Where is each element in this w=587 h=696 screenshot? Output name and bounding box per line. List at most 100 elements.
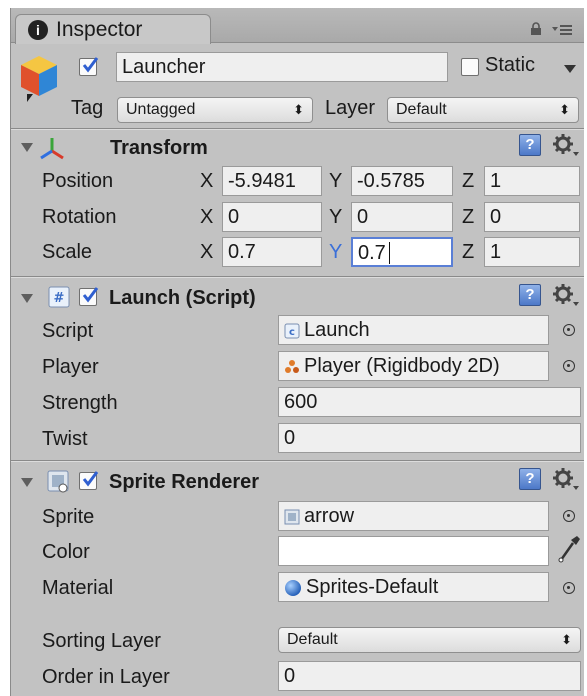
rotation-x-input[interactable]: 0 (222, 202, 322, 232)
color-swatch[interactable] (278, 536, 549, 566)
sprite-renderer-icon (47, 470, 69, 493)
tag-label: Tag (71, 97, 104, 119)
help-icon[interactable]: ? (519, 134, 541, 156)
axis-x-label: X (200, 241, 214, 263)
sprite-renderer-foldout-icon[interactable] (21, 478, 33, 487)
sprite-field[interactable]: arrow (278, 501, 549, 531)
sorting-layer-dropdown[interactable]: Default ⬍ (278, 627, 581, 653)
transform-foldout-icon[interactable] (21, 143, 33, 152)
divider (11, 461, 584, 462)
script-value: Launch (304, 319, 370, 341)
scale-x-input[interactable]: 0.7 (222, 237, 322, 267)
scale-label: Scale (42, 241, 93, 263)
static-dropdown-icon[interactable] (563, 64, 577, 74)
twist-input[interactable]: 0 (278, 423, 581, 453)
material-value: Sprites-Default (306, 576, 439, 598)
axis-x-label: X (200, 170, 214, 192)
divider (11, 129, 584, 130)
strength-input[interactable]: 600 (278, 387, 581, 417)
rotation-label: Rotation (42, 206, 117, 228)
launch-enabled-checkbox[interactable] (79, 287, 99, 306)
script-label: Script (42, 320, 94, 342)
material-label: Material (42, 577, 114, 599)
gear-icon[interactable] (552, 284, 580, 308)
sprite-label: Sprite (42, 506, 95, 528)
player-value: Player (Rigidbody 2D) (304, 355, 500, 377)
strength-label: Strength (42, 392, 118, 414)
position-x-input[interactable]: -5.9481 (222, 166, 322, 196)
help-icon[interactable]: ? (519, 284, 541, 306)
player-label: Player (42, 356, 99, 378)
divider (11, 277, 584, 278)
order-in-layer-label: Order in Layer (42, 666, 170, 688)
axis-x-label: X (200, 206, 214, 228)
checkmark-icon (82, 287, 99, 303)
tab-inspector[interactable]: i Inspector (15, 14, 211, 44)
object-picker-icon[interactable] (563, 324, 575, 336)
position-z-input[interactable]: 1 (484, 166, 580, 196)
object-picker-icon[interactable] (563, 510, 575, 522)
axis-y-label: Y (329, 206, 343, 228)
object-picker-icon[interactable] (563, 582, 575, 594)
twist-label: Twist (42, 428, 88, 450)
panel-menu-icon[interactable] (551, 22, 573, 36)
tab-label: Inspector (56, 18, 143, 41)
layer-value: Default (396, 101, 447, 118)
lock-icon[interactable] (529, 22, 543, 36)
sprite-value: arrow (304, 505, 355, 527)
svg-text:#: # (54, 291, 65, 306)
material-sphere-icon (285, 579, 301, 596)
gameobject-cube-icon (21, 56, 57, 102)
tab-bar: i Inspector (11, 8, 584, 44)
eyedropper-icon[interactable] (557, 534, 581, 564)
dropdown-arrows-icon: ⬍ (559, 102, 570, 117)
static-checkbox[interactable] (461, 58, 479, 76)
static-label: Static (485, 54, 536, 76)
layer-label: Layer (325, 97, 376, 119)
color-label: Color (42, 541, 90, 563)
gear-icon[interactable] (552, 134, 580, 158)
axis-y-label: Y (329, 241, 343, 263)
launch-foldout-icon[interactable] (21, 294, 33, 303)
tag-dropdown[interactable]: Untagged ⬍ (117, 97, 313, 123)
transform-axes-icon (40, 138, 64, 160)
transform-title[interactable]: Transform (110, 137, 208, 160)
sorting-layer-value: Default (287, 631, 338, 648)
scale-z-input[interactable]: 1 (484, 237, 580, 267)
gameobject-active-checkbox[interactable] (79, 57, 99, 76)
tag-value: Untagged (126, 101, 196, 118)
script-icon: # (48, 286, 70, 308)
scale-y-input[interactable]: 0.7 (351, 237, 453, 267)
script-file-icon: c (284, 323, 300, 339)
sorting-layer-label: Sorting Layer (42, 630, 161, 652)
checkmark-icon (82, 471, 99, 487)
axis-z-label: Z (462, 241, 475, 263)
sprite-renderer-enabled-checkbox[interactable] (79, 471, 99, 490)
gameobject-name-input[interactable]: Launcher (116, 52, 448, 82)
gameobject-header: Launcher Static Tag Untagged ⬍ Layer Def… (11, 44, 584, 130)
rotation-z-input[interactable]: 0 (484, 202, 580, 232)
sprite-renderer-title[interactable]: Sprite Renderer (109, 471, 259, 494)
rigidbody-icon (285, 359, 299, 373)
checkmark-icon (82, 57, 99, 73)
launch-title[interactable]: Launch (Script) (109, 287, 256, 310)
axis-y-label: Y (329, 170, 343, 192)
inspector-panel: i Inspector Launcher Static Tag Untagged… (10, 8, 584, 696)
position-label: Position (42, 170, 114, 192)
axis-z-label: Z (462, 206, 475, 228)
position-y-input[interactable]: -0.5785 (351, 166, 453, 196)
material-field[interactable]: Sprites-Default (278, 572, 549, 602)
info-icon: i (28, 20, 48, 40)
sprite-asset-icon (284, 509, 300, 525)
script-field[interactable]: c Launch (278, 315, 549, 345)
text-cursor (389, 242, 390, 264)
axis-z-label: Z (462, 170, 475, 192)
svg-text:c: c (289, 327, 295, 338)
object-picker-icon[interactable] (563, 360, 575, 372)
player-field[interactable]: Player (Rigidbody 2D) (278, 351, 549, 381)
layer-dropdown[interactable]: Default ⬍ (387, 97, 579, 123)
help-icon[interactable]: ? (519, 468, 541, 490)
order-in-layer-input[interactable]: 0 (278, 661, 581, 691)
rotation-y-input[interactable]: 0 (351, 202, 453, 232)
gear-icon[interactable] (552, 468, 580, 492)
